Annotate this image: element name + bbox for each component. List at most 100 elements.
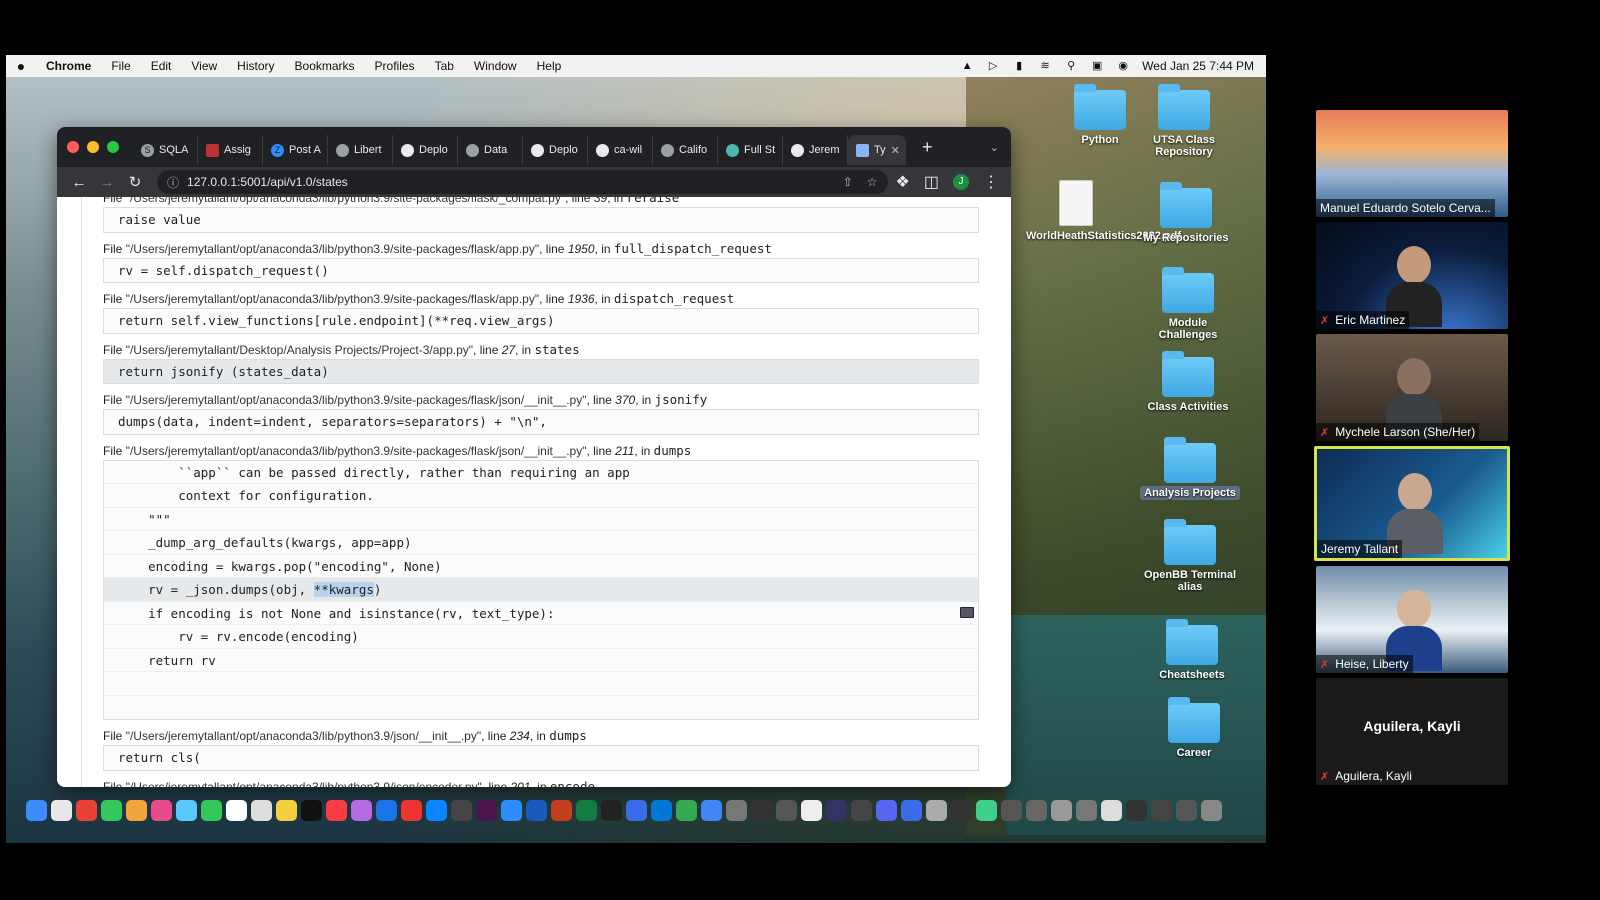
dock-app-icon[interactable] [676,799,697,821]
browser-tab[interactable]: Deplo [523,135,588,165]
profile-avatar[interactable]: J [953,174,969,190]
dock-app-icon[interactable] [1151,799,1172,821]
tab-search-chevron-icon[interactable]: ⌄ [990,141,999,154]
battery-icon[interactable]: ▮ [1012,60,1026,72]
participant-tile-active-speaker[interactable]: Jeremy Tallant [1314,446,1510,561]
source-block[interactable]: dumps(data, indent=indent, separators=se… [103,409,979,435]
source-block[interactable]: raise value [103,207,979,233]
extensions-puzzle-icon[interactable]: ❖ [896,172,910,192]
menu-help[interactable]: Help [527,59,572,73]
console-icon[interactable] [960,606,974,618]
menu-profiles[interactable]: Profiles [365,59,425,73]
desktop-folder-cheatsheets[interactable]: Cheatsheets [1142,619,1242,681]
dock-app-icon[interactable] [151,799,172,821]
dock-app-icon[interactable] [801,799,822,821]
bookmark-star-icon[interactable]: ☆ [867,175,878,189]
dock-app-icon[interactable] [201,799,222,821]
dock-app-icon[interactable] [226,799,247,821]
status-app-icon[interactable]: ▲ [960,60,974,72]
dock-app-icon[interactable] [701,799,722,821]
play-icon[interactable]: ▷ [986,60,1000,72]
spotlight-search-icon[interactable]: ⚲ [1064,60,1078,72]
menu-bookmarks[interactable]: Bookmarks [285,59,365,73]
dock-app-icon[interactable] [976,799,997,821]
menu-tab[interactable]: Tab [425,59,464,73]
menu-file[interactable]: File [101,59,140,73]
participant-tile[interactable]: ✗ Mychele Larson (She/Her) [1316,334,1508,441]
desktop-folder-career[interactable]: Career [1144,697,1244,759]
participant-tile[interactable]: ✗ Eric Martinez [1316,222,1508,329]
source-block[interactable]: return jsonify (states_data) [103,358,979,384]
dock-app-icon[interactable] [651,799,672,821]
browser-tab[interactable]: Jerem [783,135,848,165]
browser-tab[interactable]: Z Post A [263,135,328,165]
reload-icon[interactable]: ↻ [121,173,149,191]
close-window-icon[interactable] [67,141,79,153]
source-block[interactable]: return self.view_functions[rule.endpoint… [103,308,979,334]
browser-tab[interactable]: Assig [198,135,263,165]
dock-app-icon[interactable] [351,799,372,821]
menu-edit[interactable]: Edit [141,59,182,73]
dock-app-icon[interactable] [476,799,497,821]
control-center-icon[interactable]: ▣ [1090,60,1104,72]
participant-tile[interactable]: ✗ Heise, Liberty [1316,566,1508,673]
site-info-icon[interactable]: ⓘ [167,174,179,191]
browser-tab[interactable]: Deplo [393,135,458,165]
desktop-folder-utsa[interactable]: UTSA Class Repository [1134,84,1234,158]
dock-app-icon[interactable] [776,799,797,821]
back-arrow-icon[interactable]: ← [65,174,93,191]
dock-app-icon[interactable] [126,799,147,821]
dock-app-icon[interactable] [1126,799,1147,821]
menu-window[interactable]: Window [464,59,527,73]
menu-view[interactable]: View [181,59,227,73]
desktop-folder-module-challenges[interactable]: Module Challenges [1138,267,1238,341]
side-panel-icon[interactable]: ◫ [924,172,939,192]
apple-menu-icon[interactable]: ● [6,58,36,74]
dock-app-icon[interactable] [401,799,422,821]
dock-app-icon[interactable] [1076,799,1097,821]
participant-tile[interactable]: Manuel Eduardo Sotelo Cerva... [1316,110,1508,217]
dock-app-icon[interactable] [526,799,547,821]
dock-app-icon[interactable] [751,799,772,821]
dock-app-icon[interactable] [326,799,347,821]
dock-app-icon[interactable] [626,799,647,821]
dock-app-icon[interactable] [251,799,272,821]
dock-app-icon[interactable] [726,799,747,821]
dock-app-icon[interactable] [1001,799,1022,821]
new-tab-button[interactable]: + [922,137,933,158]
dock-app-icon[interactable] [276,799,297,821]
zoom-window-icon[interactable] [107,141,119,153]
dock-app-icon[interactable] [826,799,847,821]
dock-app-icon[interactable] [951,799,972,821]
close-tab-icon[interactable]: ✕ [891,144,900,157]
dock-app-icon[interactable] [601,799,622,821]
browser-tab[interactable]: ca-wil [588,135,653,165]
siri-icon[interactable]: ◉ [1116,60,1130,72]
source-block[interactable]: rv = self.dispatch_request() [103,257,979,283]
forward-arrow-icon[interactable]: → [93,174,121,191]
dock-app-icon[interactable] [876,799,897,821]
dock-app-icon[interactable] [51,799,72,821]
address-bar[interactable]: ⓘ 127.0.0.1:5001/api/v1.0/states ⇧ ☆ [157,170,888,194]
dock-app-icon[interactable] [1176,799,1197,821]
dock-app-icon[interactable] [426,799,447,821]
dock-app-icon[interactable] [451,799,472,821]
dock-app-icon[interactable] [1101,799,1122,821]
dock-app-icon[interactable] [301,799,322,821]
url-text[interactable]: 127.0.0.1:5001/api/v1.0/states [187,175,348,189]
desktop-folder-openbb[interactable]: OpenBB Terminal alias [1140,519,1240,593]
minimize-window-icon[interactable] [87,141,99,153]
share-icon[interactable]: ⇧ [843,175,853,189]
dock-app-icon[interactable] [26,799,47,821]
source-block[interactable]: ``app`` can be passed directly, rather t… [103,459,979,720]
participant-tile-video-off[interactable]: Aguilera, Kayli ✗ Aguilera, Kayli [1316,678,1508,785]
dock-app-icon[interactable] [926,799,947,821]
dock-app-icon[interactable] [1026,799,1047,821]
menubar-clock[interactable]: Wed Jan 25 7:44 PM [1142,59,1254,73]
wifi-icon[interactable]: ≋ [1038,60,1052,72]
dock-app-icon[interactable] [551,799,572,821]
dock-app-icon[interactable] [851,799,872,821]
dock-app-icon[interactable] [76,799,97,821]
dock-app-icon[interactable] [376,799,397,821]
dock-app-icon[interactable] [576,799,597,821]
